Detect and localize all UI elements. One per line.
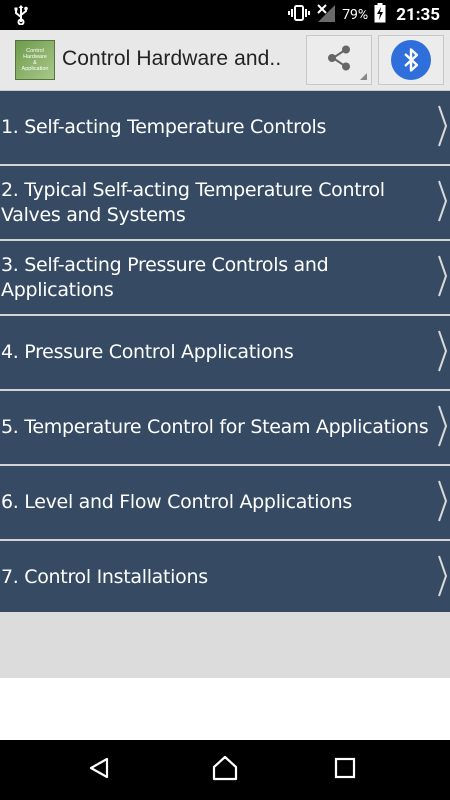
bluetooth-icon <box>391 40 431 80</box>
topic-list: 1. Self-acting Temperature Controls 2. T… <box>0 91 450 614</box>
list-item-4[interactable]: 4. Pressure Control Applications <box>0 316 450 389</box>
chevron-right-icon <box>438 479 448 527</box>
chevron-right-icon <box>438 404 448 452</box>
list-item-label: 3. Self-acting Pressure Controls and App… <box>1 253 329 301</box>
chevron-right-icon <box>438 329 448 377</box>
list-item-label: 4. Pressure Control Applications <box>1 341 294 363</box>
back-icon <box>87 756 111 784</box>
list-item-1[interactable]: 1. Self-acting Temperature Controls <box>0 91 450 164</box>
action-bar: Control Hardware & Application Control H… <box>0 30 450 91</box>
share-button[interactable] <box>306 35 372 85</box>
vibrate-icon <box>288 4 311 26</box>
list-item-7[interactable]: 7. Control Installations <box>0 541 450 614</box>
status-bar: 79% 21:35 <box>0 0 450 30</box>
app-title: Control Hardware and.. <box>62 47 282 70</box>
list-item-label: 6. Level and Flow Control Applications <box>1 491 352 513</box>
chevron-right-icon <box>438 104 448 152</box>
list-item-6[interactable]: 6. Level and Flow Control Applications <box>0 466 450 539</box>
list-footer-spacer <box>0 612 450 678</box>
list-item-label: 7. Control Installations <box>1 566 208 588</box>
share-icon <box>324 43 354 77</box>
chevron-right-icon <box>438 179 448 227</box>
home-icon <box>211 755 239 785</box>
list-item-3[interactable]: 3. Self-acting Pressure Controls and App… <box>0 241 450 314</box>
usb-icon <box>12 5 30 29</box>
recents-icon <box>334 757 356 783</box>
list-item-label: 1. Self-acting Temperature Controls <box>1 116 327 138</box>
list-item-label: 5. Temperature Control for Steam Applica… <box>1 416 429 438</box>
back-button[interactable] <box>84 755 114 785</box>
chevron-right-icon <box>438 254 448 302</box>
blank-area <box>0 678 450 740</box>
overflow-corner-indicator <box>360 73 367 80</box>
no-signal-icon <box>316 3 336 27</box>
recents-button[interactable] <box>330 755 360 785</box>
navigation-bar <box>0 740 450 800</box>
chevron-right-icon <box>438 554 448 602</box>
list-item-label: 2. Typical Self-acting Temperature Contr… <box>1 178 385 226</box>
list-item-2[interactable]: 2. Typical Self-acting Temperature Contr… <box>0 166 450 239</box>
battery-charging-icon <box>374 3 386 27</box>
list-item-5[interactable]: 5. Temperature Control for Steam Applica… <box>0 391 450 464</box>
home-button[interactable] <box>210 755 240 785</box>
battery-percent: 79% <box>342 7 369 23</box>
app-logo: Control Hardware & Application <box>15 40 55 80</box>
bluetooth-button[interactable] <box>378 35 444 85</box>
app-logo-text: Control Hardware & Application <box>21 48 49 72</box>
clock: 21:35 <box>396 5 440 25</box>
